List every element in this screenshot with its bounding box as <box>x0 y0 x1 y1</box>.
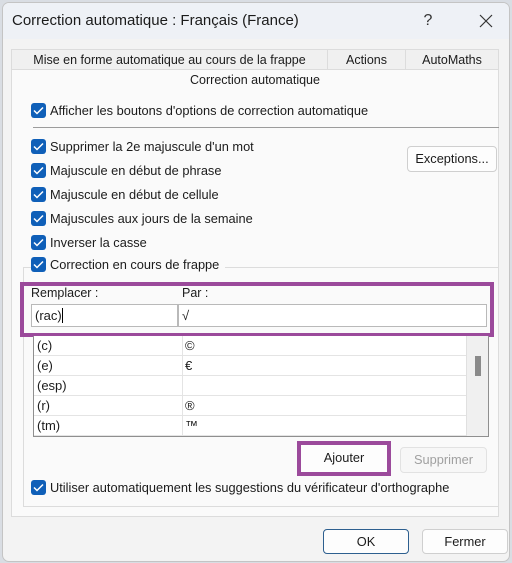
autocorrect-dialog: Correction automatique : Français (Franc… <box>2 2 510 562</box>
tab-autoformat-as-you-type[interactable]: Mise en forme automatique au cours de la… <box>11 49 328 70</box>
list-item[interactable]: (e) € <box>34 356 488 376</box>
ok-button[interactable]: OK <box>323 529 409 554</box>
spell-suggestions-checkbox[interactable]: Utiliser automatiquement les suggestions… <box>31 480 449 495</box>
title-bar: Correction automatique : Français (Franc… <box>3 3 509 39</box>
capitalize-sentence-label: Majuscule en début de phrase <box>50 163 222 178</box>
entry-replace: (c) <box>37 338 53 353</box>
close-button[interactable] <box>471 9 501 33</box>
exceptions-button[interactable]: Exceptions... <box>407 146 497 172</box>
caps-lock-label: Inverser la casse <box>50 235 147 250</box>
separator <box>33 127 499 128</box>
entry-with: ® <box>185 398 195 413</box>
autocorrect-entries-list: (c) © (e) € (esp) (r) ® (tm) ™ <box>33 336 489 437</box>
capitalize-cell-label: Majuscule en début de cellule <box>50 187 219 202</box>
show-buttons-checkbox[interactable]: Afficher les boutons d'options de correc… <box>31 103 368 118</box>
with-input-value: √ <box>182 308 190 323</box>
add-button[interactable]: Ajouter <box>301 445 387 472</box>
checkbox-checked-icon <box>31 480 46 495</box>
replace-label: Remplacer : <box>31 286 99 300</box>
two-initial-caps-checkbox[interactable]: Supprimer la 2e majuscule d'un mot <box>31 139 254 154</box>
tab-actions[interactable]: Actions <box>327 49 406 70</box>
entry-replace: (e) <box>37 358 53 373</box>
dialog-title: Correction automatique : Français (Franc… <box>12 12 299 29</box>
list-item[interactable]: (esp) <box>34 376 488 396</box>
list-item[interactable]: (tm) ™ <box>34 416 488 436</box>
list-scrollbar[interactable] <box>466 336 488 436</box>
with-input[interactable]: √ <box>178 304 487 327</box>
close-dialog-button[interactable]: Fermer <box>422 529 508 554</box>
replace-text-label: Correction en cours de frappe <box>50 257 220 272</box>
entry-replace: (esp) <box>37 378 67 393</box>
entry-with: € <box>185 358 193 373</box>
checkbox-checked-icon <box>31 139 46 154</box>
show-buttons-label: Afficher les boutons d'options de correc… <box>50 103 369 118</box>
checkbox-checked-icon <box>31 163 46 178</box>
tab-automaths[interactable]: AutoMaths <box>405 49 499 70</box>
entry-with: ™ <box>185 418 198 433</box>
caps-lock-checkbox[interactable]: Inverser la casse <box>31 235 147 250</box>
scrollbar-thumb[interactable] <box>475 356 481 376</box>
capitalize-days-label: Majuscules aux jours de la semaine <box>50 211 253 226</box>
checkbox-checked-icon <box>31 103 46 118</box>
entry-replace: (tm) <box>37 418 61 433</box>
entry-with: © <box>185 338 195 353</box>
list-item[interactable]: (c) © <box>34 336 488 356</box>
with-label: Par : <box>182 286 209 300</box>
capitalize-cell-checkbox[interactable]: Majuscule en début de cellule <box>31 187 219 202</box>
entry-replace: (r) <box>37 398 50 413</box>
list-item[interactable]: (r) ® <box>34 396 488 416</box>
text-caret <box>61 308 63 323</box>
checkbox-checked-icon <box>31 235 46 250</box>
capitalize-days-checkbox[interactable]: Majuscules aux jours de la semaine <box>31 211 253 226</box>
help-button[interactable]: ? <box>413 9 443 33</box>
checkbox-checked-icon <box>31 257 46 272</box>
replace-text-checkbox[interactable]: Correction en cours de frappe <box>31 257 226 272</box>
checkbox-checked-icon <box>31 211 46 226</box>
delete-button[interactable]: Supprimer <box>400 447 487 473</box>
replace-input-value: (rac) <box>35 308 62 323</box>
replace-input[interactable]: (rac) <box>31 304 178 327</box>
spell-suggestions-label: Utiliser automatiquement les suggestions… <box>50 480 450 495</box>
capitalize-sentence-checkbox[interactable]: Majuscule en début de phrase <box>31 163 221 178</box>
tab-autocorrect[interactable]: Correction automatique <box>11 69 499 91</box>
checkbox-checked-icon <box>31 187 46 202</box>
two-initial-caps-label: Supprimer la 2e majuscule d'un mot <box>50 139 254 154</box>
close-icon <box>479 14 493 28</box>
